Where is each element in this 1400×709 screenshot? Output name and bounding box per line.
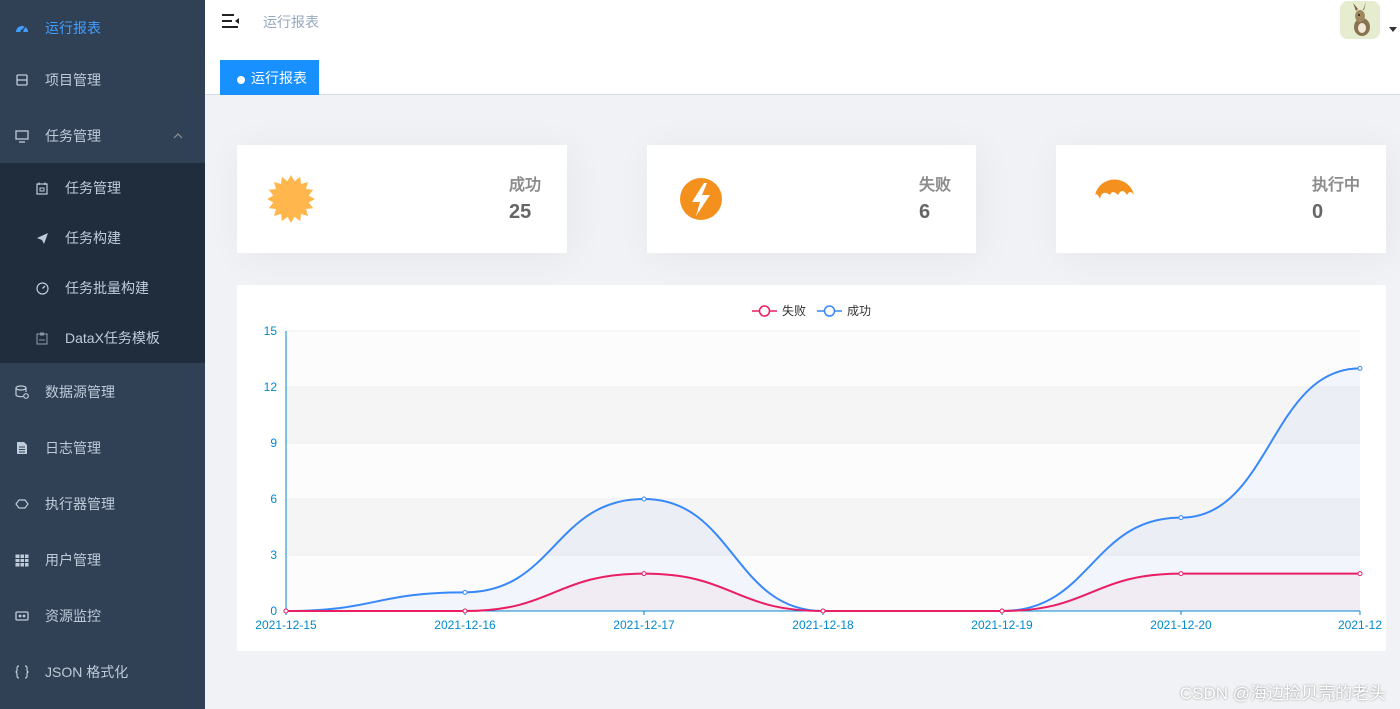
panel-value: 0 (1312, 201, 1324, 223)
tag-dashboard[interactable]: 运行报表 (220, 60, 319, 95)
sidebar-item-label: 日志管理 (45, 440, 101, 456)
y-tick-label: 9 (270, 436, 277, 450)
line-chart-card: 0 3 6 9 12 15 2021-12-15 2021-12-16 2021-12-17 20… (237, 285, 1386, 651)
sidebar-item-resource-monitor[interactable]: 资源监控 (0, 588, 205, 644)
data-point (462, 589, 468, 595)
submenu-item-label: 任务批量构建 (65, 280, 149, 296)
submenu-item-label: 任务管理 (65, 180, 121, 196)
y-tick-label: 12 (264, 380, 278, 394)
panel-title: 失败 (919, 177, 952, 194)
active-dot-icon (237, 76, 245, 84)
panel-value: 6 (919, 201, 931, 223)
sidebar: 运行报表 项目管理 任务管理 任务管理 任务构建 任务批量构建 DataX任务模… (0, 0, 205, 709)
tags-view: 运行报表 (205, 46, 1400, 95)
y-tick-label: 15 (264, 324, 278, 338)
tag-label: 运行报表 (251, 69, 307, 86)
sun-icon (267, 173, 319, 225)
legend-label: 成功 (847, 304, 871, 318)
x-tick-label: 2021-12-18 (792, 618, 854, 632)
data-point (1357, 571, 1363, 577)
submenu-item-label: DataX任务模板 (65, 330, 160, 346)
data-point (641, 571, 647, 577)
lightning-icon (677, 173, 729, 225)
data-point (641, 496, 647, 502)
sidebar-item-label: JSON 格式化 (45, 664, 129, 680)
submenu-item-label: 任务构建 (65, 230, 121, 246)
sidebar-item-user[interactable]: 用户管理 (0, 532, 205, 588)
x-tick-label: 2021-12-19 (971, 618, 1033, 632)
monitor-resource-icon (15, 609, 29, 623)
sidebar-item-task[interactable]: 任务管理 (0, 108, 205, 164)
caret-down-icon[interactable] (1389, 27, 1397, 32)
panel-success[interactable]: 成功 25 (237, 145, 567, 253)
data-point (1178, 571, 1184, 577)
line-chart: 0 3 6 9 12 15 2021-12-15 2021-12-16 2021-12-17 20… (255, 303, 1382, 632)
send-icon (35, 231, 49, 245)
x-tick-label: 2021-12-16 (434, 618, 496, 632)
submenu-item-task-list[interactable]: 任务管理 (0, 163, 205, 213)
top-navbar: 运行报表 (205, 0, 1400, 46)
panel-running[interactable]: 执行中 0 (1056, 145, 1386, 253)
panel-failed[interactable]: 失败 6 (647, 145, 976, 253)
legend-label: 失败 (782, 303, 806, 318)
grid-band (286, 443, 1360, 499)
sidebar-item-project[interactable]: 项目管理 (0, 52, 205, 108)
panel-title: 执行中 (1312, 177, 1361, 194)
sidebar-item-dashboard[interactable]: 运行报表 (0, 0, 205, 56)
hamburger-icon[interactable] (222, 13, 240, 31)
sidebar-item-json[interactable]: JSON 格式化 (0, 644, 205, 700)
panel-value: 25 (509, 201, 532, 223)
data-point (283, 608, 289, 614)
task-submenu: 任务管理 任务构建 任务批量构建 DataX任务模板 (0, 163, 205, 363)
x-tick-label: 2021-12-15 (255, 618, 317, 632)
moon-icon (1092, 173, 1144, 225)
sidebar-item-label: 执行器管理 (45, 496, 115, 512)
data-point (462, 608, 468, 614)
executor-icon (15, 497, 29, 511)
sidebar-item-label: 任务管理 (45, 128, 101, 144)
template-icon (35, 331, 49, 345)
y-tick-label: 6 (270, 492, 277, 506)
submenu-item-datax-template[interactable]: DataX任务模板 (0, 313, 205, 363)
sidebar-item-label: 数据源管理 (45, 384, 115, 400)
sidebar-item-label: 资源监控 (45, 608, 101, 624)
y-tick-label: 0 (270, 604, 277, 618)
monitor-icon (15, 129, 29, 143)
task-list-icon (35, 181, 49, 195)
submenu-item-task-build[interactable]: 任务构建 (0, 213, 205, 263)
x-tick-label: 2021-12-17 (613, 618, 675, 632)
data-point (1178, 515, 1184, 521)
sidebar-item-datasource[interactable]: 数据源管理 (0, 364, 205, 420)
legend-marker (823, 305, 836, 317)
user-table-icon (15, 553, 29, 567)
x-tick-label: 2021-12-20 (1150, 618, 1212, 632)
project-icon (15, 73, 29, 87)
data-point (820, 608, 826, 614)
grid-band (286, 331, 1360, 387)
grid-band (286, 387, 1360, 443)
sidebar-item-label: 项目管理 (45, 72, 101, 88)
json-icon (15, 665, 29, 679)
breadcrumb: 运行报表 (263, 14, 319, 30)
watermark: CSDN @海边捡贝壳的老头 (1179, 684, 1386, 703)
data-point (1357, 365, 1363, 371)
database-icon (15, 385, 29, 399)
x-tick-label: 2021-12 (1338, 618, 1382, 632)
avatar[interactable] (1340, 1, 1380, 39)
panel-title: 成功 (509, 177, 542, 194)
log-icon (15, 441, 29, 455)
dashboard-icon (15, 21, 29, 35)
sidebar-item-executor[interactable]: 执行器管理 (0, 476, 205, 532)
sidebar-item-label: 运行报表 (45, 20, 101, 36)
y-tick-label: 3 (270, 548, 277, 562)
sidebar-item-label: 用户管理 (45, 552, 101, 568)
data-point (999, 608, 1005, 614)
submenu-item-task-batch[interactable]: 任务批量构建 (0, 263, 205, 313)
legend-marker (758, 305, 771, 317)
gauge-icon (35, 281, 49, 295)
sidebar-item-log[interactable]: 日志管理 (0, 420, 205, 476)
chevron-up-icon (173, 131, 183, 142)
